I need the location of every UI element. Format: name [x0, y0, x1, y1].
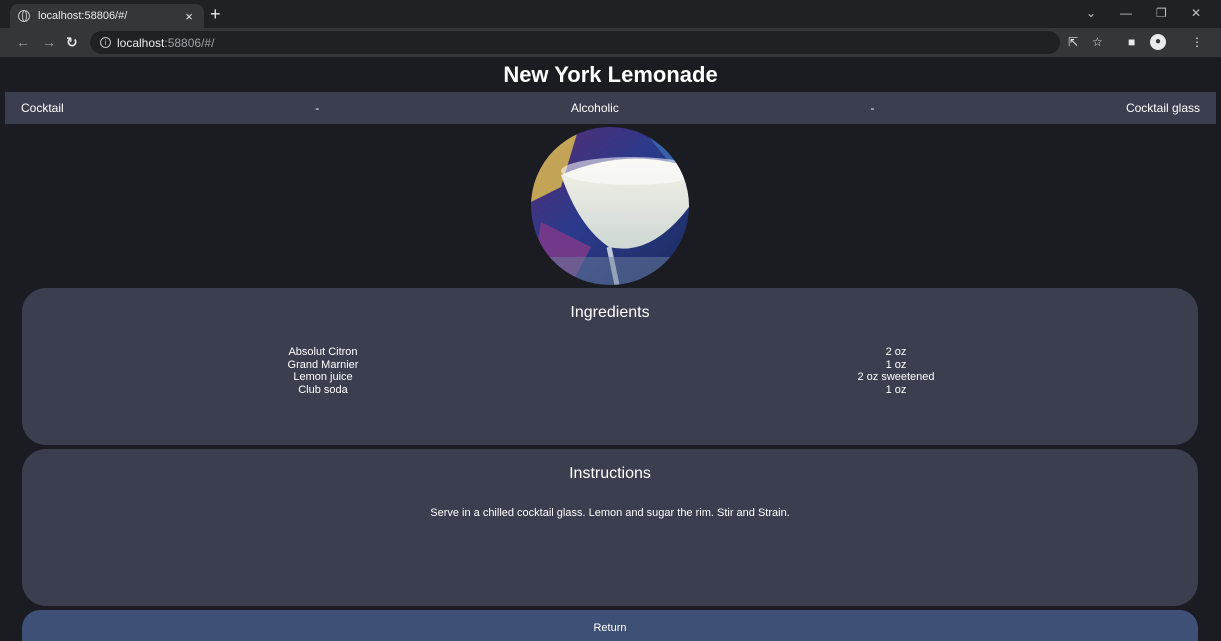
- drink-alcoholic: Alcoholic: [570, 101, 619, 115]
- drink-image: [531, 127, 689, 285]
- share-icon[interactable]: ⇱: [1068, 35, 1078, 49]
- ingredients-heading: Ingredients: [570, 304, 650, 321]
- profile-icon[interactable]: ●: [1150, 34, 1166, 50]
- ingredient-measure: 1 oz: [885, 383, 907, 396]
- ingredient-name: Lemon juice: [293, 371, 353, 383]
- ingredients-card: Ingredients Absolut Citron Grand Marnier…: [22, 288, 1198, 445]
- kebab-menu-icon[interactable]: ⋮: [1191, 35, 1203, 49]
- drink-glass: Cocktail glass: [1125, 101, 1200, 115]
- browser-tab-bar: localhost:58806/#/ × + ⌄ — ❐ ✕: [0, 0, 1221, 28]
- meta-separator: -: [315, 101, 320, 115]
- ingredient-name: Absolut Citron: [288, 346, 358, 358]
- drink-detail-page: New York Lemonade Cocktail - Alcoholic -…: [5, 57, 1216, 641]
- instructions-heading: Instructions: [569, 465, 651, 482]
- info-icon[interactable]: i: [100, 37, 111, 48]
- url-host: localhost: [117, 35, 165, 50]
- tab-search-icon[interactable]: ⌄: [1086, 6, 1096, 20]
- ingredient-measure: 1 oz: [885, 358, 907, 371]
- new-tab-icon[interactable]: +: [210, 5, 221, 23]
- instructions-card: Instructions Serve in a chilled cocktail…: [22, 449, 1198, 606]
- address-bar[interactable]: i localhost:58806/#/: [90, 31, 1060, 54]
- ingredient-measure: 2 oz: [885, 346, 907, 358]
- ingredient-names: Absolut Citron Grand Marnier Lemon juice…: [223, 346, 423, 396]
- reload-icon[interactable]: ↻: [66, 34, 78, 50]
- close-window-icon[interactable]: ✕: [1191, 6, 1201, 20]
- ingredient-name: Club soda: [298, 383, 348, 396]
- browser-tab[interactable]: localhost:58806/#/ ×: [10, 4, 204, 28]
- ingredient-measures: 2 oz 1 oz 2 oz sweetened 1 oz: [796, 346, 996, 396]
- meta-separator: -: [870, 101, 875, 115]
- drink-title: New York Lemonade: [503, 62, 718, 87]
- minimize-icon[interactable]: —: [1120, 6, 1132, 20]
- tab-title: localhost:58806/#/: [38, 10, 128, 22]
- ingredient-name: Grand Marnier: [287, 358, 359, 371]
- star-icon[interactable]: ☆: [1092, 35, 1103, 49]
- cocktail-photo: [531, 127, 689, 285]
- globe-icon: [18, 10, 30, 22]
- drink-meta-bar: Cocktail - Alcoholic - Cocktail glass: [5, 92, 1216, 124]
- restore-icon[interactable]: ❐: [1156, 6, 1167, 20]
- return-button[interactable]: Return: [22, 610, 1198, 641]
- forward-arrow-icon[interactable]: →: [42, 34, 56, 50]
- side-panel-icon[interactable]: ■: [1128, 35, 1135, 49]
- instructions-text: Serve in a chilled cocktail glass. Lemon…: [430, 507, 790, 519]
- url-path: :58806/#/: [164, 35, 215, 50]
- ingredient-measure: 2 oz sweetened: [857, 371, 935, 383]
- back-arrow-icon[interactable]: ←: [16, 34, 30, 50]
- browser-toolbar: ← → ↻ i localhost:58806/#/ ⇱ ☆ ■ ● ⋮: [0, 28, 1221, 57]
- drink-category: Cocktail: [21, 101, 64, 115]
- tab-close-icon[interactable]: ×: [182, 9, 196, 24]
